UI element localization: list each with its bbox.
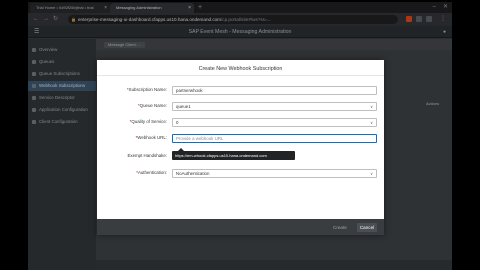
select-value: 0 bbox=[176, 120, 179, 125]
label-text: Authentication: bbox=[137, 170, 167, 175]
screen: Trial Home • 0d92f26b(trial • trial × Me… bbox=[0, 0, 480, 270]
create-webhook-dialog: Create New Webhook Subscription *Subscri… bbox=[97, 60, 384, 235]
subscription-name-input[interactable]: partnerwhook bbox=[172, 86, 377, 95]
webhook-url-input[interactable]: Provide a webhook URL bbox=[172, 134, 377, 143]
tooltip-arrow bbox=[178, 148, 184, 151]
webhook-url-label: *Webhook URL: bbox=[97, 134, 167, 142]
select-value: queue1 bbox=[176, 104, 191, 109]
quality-of-service-select[interactable]: 0 ∨ bbox=[172, 118, 377, 127]
queue-name-select[interactable]: queue1 ∨ bbox=[172, 102, 377, 111]
authentication-select[interactable]: NoAuthentication ∨ bbox=[172, 169, 377, 178]
queue-name-label: *Queue Name: bbox=[97, 102, 167, 110]
label-text: Subscription Name: bbox=[128, 87, 167, 92]
label-text: Quality of Service: bbox=[131, 119, 167, 124]
tooltip-text: https://em-whook.cfapps.us10.hana.ondema… bbox=[175, 153, 267, 158]
dialog-title: Create New Webhook Subscription bbox=[198, 66, 283, 72]
divider bbox=[97, 75, 384, 76]
select-value: NoAuthentication bbox=[176, 171, 210, 176]
chevron-down-icon[interactable]: ∨ bbox=[370, 103, 373, 110]
chevron-down-icon[interactable]: ∨ bbox=[370, 170, 373, 177]
cancel-button[interactable]: Cancel bbox=[357, 223, 377, 232]
quality-of-service-label: *Quality of Service: bbox=[97, 118, 167, 126]
exempt-handshake-label: Exempt Handshake: bbox=[127, 153, 167, 158]
authentication-label: *Authentication: bbox=[97, 169, 167, 177]
url-suggestion-tooltip[interactable]: https://em-whook.cfapps.us10.hana.ondema… bbox=[172, 148, 295, 160]
label-text: Webhook URL: bbox=[137, 135, 167, 140]
create-button[interactable]: Create bbox=[333, 224, 347, 232]
subscription-name-label: *Subscription Name: bbox=[97, 86, 167, 94]
label-text: Queue Name: bbox=[139, 103, 167, 108]
chevron-down-icon[interactable]: ∨ bbox=[370, 119, 373, 126]
